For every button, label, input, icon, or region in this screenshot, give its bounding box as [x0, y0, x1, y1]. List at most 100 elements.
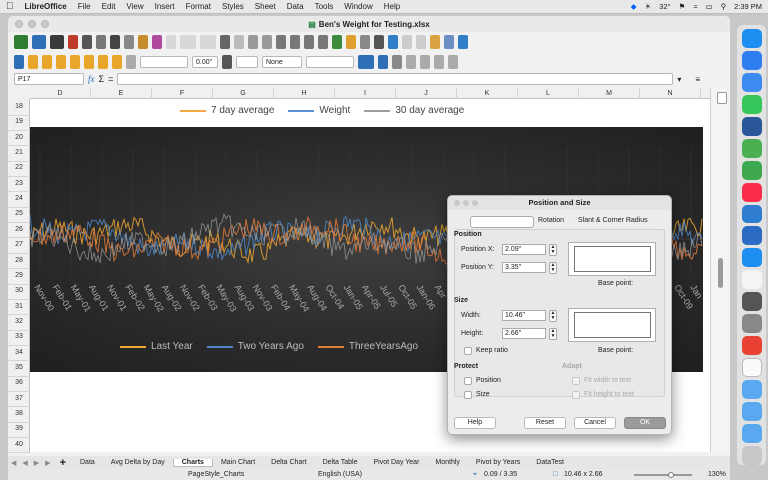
minimize-window-button[interactable] — [28, 20, 36, 28]
chrome-icon[interactable] — [741, 336, 762, 356]
column-header-cell[interactable]: N — [640, 88, 701, 99]
row-icon[interactable] — [248, 35, 258, 49]
close-window-button[interactable] — [15, 20, 23, 28]
cut-icon[interactable] — [110, 35, 120, 49]
weather-icon[interactable]: ☀ — [645, 2, 652, 11]
row-header-cell[interactable]: 35 — [8, 360, 30, 377]
add-sheet-button[interactable]: + — [54, 457, 72, 469]
menu-tools[interactable]: Tools — [315, 2, 334, 11]
insert-chart-icon[interactable] — [346, 35, 356, 49]
print-preview-icon[interactable] — [96, 35, 106, 49]
size-base-point-grid[interactable] — [568, 308, 656, 342]
libreoffice-calc-icon[interactable] — [741, 204, 762, 224]
dialog-zoom-button[interactable] — [472, 200, 478, 206]
area-fill-select[interactable] — [306, 56, 354, 68]
yahoo-icon[interactable] — [741, 138, 762, 158]
size-field[interactable]: 0.00" — [192, 56, 218, 68]
dialog-minimize-button[interactable] — [463, 200, 469, 206]
wrap-left-icon[interactable] — [56, 55, 66, 69]
row-header-cell[interactable]: 26 — [8, 222, 30, 239]
reset-button[interactable]: Reset — [524, 417, 566, 429]
search-icon[interactable]: ⚲ — [721, 2, 727, 11]
menu-window[interactable]: Window — [344, 2, 372, 11]
keep-ratio-checkbox[interactable] — [464, 347, 472, 355]
enter-group-icon[interactable] — [434, 55, 444, 69]
width-spinner[interactable]: ▲ ▼ — [549, 310, 557, 322]
weather-temp[interactable]: 32° — [659, 2, 670, 11]
zoom-slider[interactable] — [634, 474, 692, 476]
height-spinner[interactable]: ▲ ▼ — [549, 328, 557, 340]
sheet-tab[interactable]: Pivot Day Year — [365, 459, 427, 466]
sum-icon[interactable]: Σ — [99, 74, 105, 84]
position-x-spinner[interactable]: ▲ ▼ — [549, 244, 557, 256]
bring-to-front-icon[interactable] — [98, 55, 108, 69]
sort-icon[interactable] — [276, 35, 286, 49]
menu-data[interactable]: Data — [287, 2, 304, 11]
row-header-cell[interactable]: 28 — [8, 253, 30, 270]
document-icon[interactable] — [741, 358, 762, 378]
word-icon[interactable] — [741, 116, 762, 136]
row-header-cell[interactable]: 27 — [8, 237, 30, 254]
dropbox-icon[interactable]: ◆ — [631, 2, 637, 11]
row-header-cell[interactable]: 18 — [8, 99, 30, 116]
freeze-rows-icon[interactable] — [444, 35, 454, 49]
position-x-input[interactable]: 2.09" — [502, 244, 546, 255]
protect-position-checkbox[interactable] — [464, 377, 472, 385]
position-y-spinner[interactable]: ▲ ▼ — [549, 262, 557, 274]
bug-icon[interactable] — [741, 270, 762, 290]
position-y-input[interactable]: 3.35" — [502, 262, 546, 273]
column-icon[interactable] — [262, 35, 272, 49]
last-sheet-icon[interactable]: ▶ — [42, 459, 53, 467]
column-header-cell[interactable]: G — [213, 88, 274, 99]
column-header-cell[interactable]: D — [30, 88, 91, 99]
menu-format[interactable]: Format — [186, 2, 211, 11]
sheet-tab[interactable]: Pivot by Years — [468, 459, 528, 466]
row-header-cell[interactable]: 21 — [8, 145, 30, 162]
tab-position-size[interactable] — [470, 216, 534, 228]
sort-ascending-icon[interactable] — [290, 35, 300, 49]
row-header-cell[interactable]: 31 — [8, 299, 30, 316]
hyperlink-icon[interactable] — [388, 35, 398, 49]
export-pdf-icon[interactable] — [68, 35, 78, 49]
tab-rotation[interactable]: Rotation — [538, 217, 564, 224]
exit-group-icon[interactable] — [448, 55, 458, 69]
input-line[interactable] — [117, 73, 674, 85]
special-character-icon[interactable] — [374, 35, 384, 49]
system-preferences-icon[interactable] — [741, 314, 762, 334]
copy-icon[interactable] — [124, 35, 134, 49]
pivot-table-icon[interactable] — [360, 35, 370, 49]
row-header-cell[interactable]: 39 — [8, 421, 30, 439]
row-header-cell[interactable]: 20 — [8, 130, 30, 147]
row-header-cell[interactable]: 33 — [8, 329, 30, 346]
menu-app-name[interactable]: LibreOffice — [25, 2, 67, 11]
first-sheet-icon[interactable]: ◀ — [8, 459, 19, 467]
row-header-cell[interactable]: 40 — [8, 437, 30, 454]
object-properties-icon[interactable] — [126, 55, 136, 69]
row-header-cell[interactable]: 29 — [8, 268, 30, 285]
mail-icon[interactable] — [741, 72, 762, 92]
print-icon[interactable] — [82, 35, 92, 49]
column-header-cell[interactable]: M — [579, 88, 640, 99]
next-sheet-icon[interactable]: ▶ — [31, 459, 42, 467]
sheet-tab[interactable]: Monthly — [427, 459, 468, 466]
zoom-slider-thumb[interactable] — [668, 472, 674, 478]
row-header-cell[interactable]: 36 — [8, 375, 30, 392]
comment-icon[interactable] — [402, 35, 412, 49]
name-box[interactable]: P17 — [14, 73, 84, 85]
sheet-tab[interactable]: Avg Delta by Day — [103, 459, 173, 466]
status-page-style[interactable]: PageStyle_Charts — [188, 471, 244, 478]
sheet-tab[interactable]: Delta Table — [315, 459, 366, 466]
line-color-swatch[interactable] — [236, 56, 258, 68]
define-print-area-icon[interactable] — [430, 35, 440, 49]
trash-icon[interactable] — [741, 445, 762, 465]
documents-folder-icon[interactable] — [741, 402, 762, 421]
group-icon[interactable] — [406, 55, 416, 69]
column-header-cell[interactable]: I — [335, 88, 396, 99]
dialog-close-button[interactable] — [454, 200, 460, 206]
vertical-scrollbar[interactable] — [710, 88, 730, 452]
formula-icon[interactable]: = — [108, 74, 113, 84]
rotate-icon[interactable] — [378, 55, 388, 69]
apple-icon[interactable]:  — [6, 1, 14, 12]
sheet-tab-active[interactable]: Charts — [172, 458, 213, 467]
find-replace-icon[interactable] — [220, 35, 230, 49]
